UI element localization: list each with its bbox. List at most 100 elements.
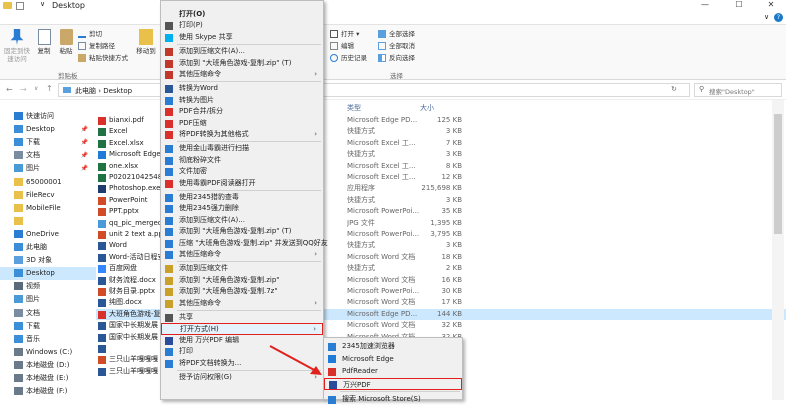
context-menu-item[interactable]: 使用毒霸PDF阅读器打开 xyxy=(161,178,323,189)
context-menu-item[interactable]: PDF压缩 xyxy=(161,118,323,129)
nav-item[interactable]: 文档 xyxy=(0,307,96,320)
select-none-label: 全部取消 xyxy=(389,42,415,50)
word-icon xyxy=(98,276,106,285)
context-menu-item[interactable]: 文件加密 xyxy=(161,166,323,177)
nav-item[interactable]: 下载 xyxy=(0,320,96,333)
maximize-button[interactable]: ☐ xyxy=(724,0,754,12)
nav-item[interactable]: 音乐 xyxy=(0,333,96,346)
nav-item[interactable]: 本地磁盘 (E:) xyxy=(0,372,96,385)
address-bar[interactable]: 此电脑 › Desktop ↻ xyxy=(58,83,690,97)
menu-item-label: PDF压缩 xyxy=(179,118,207,127)
open-with-label: PdfReader xyxy=(342,367,378,375)
search-box[interactable]: ⚲ 搜索"Desktop" xyxy=(694,83,782,97)
open-with-item[interactable]: Microsoft Edge xyxy=(324,353,462,366)
recent-chevron-icon[interactable]: ∨ xyxy=(34,85,38,92)
menu-separator xyxy=(340,391,460,392)
nav-item[interactable]: OneDrive xyxy=(0,228,96,241)
up-arrow-icon[interactable]: ↑ xyxy=(46,84,53,93)
paste-shortcut-button[interactable]: 粘贴快捷方式 xyxy=(78,52,128,64)
scrollbar[interactable] xyxy=(772,100,784,400)
menu-separator xyxy=(177,81,321,83)
open-with-item[interactable]: 2345加速浏览器 xyxy=(324,340,462,353)
invert-selection-button[interactable]: 反向选择 xyxy=(378,52,415,64)
context-menu-item[interactable]: 使用2345强力删除 xyxy=(161,203,323,214)
nav-item[interactable] xyxy=(0,215,96,228)
context-menu-item[interactable]: 添加到 "大班角色游戏-复制.zip" (T) xyxy=(161,58,323,69)
column-header-size[interactable]: 大小 xyxy=(420,103,434,113)
nav-item[interactable]: 图片 📌 xyxy=(0,162,96,175)
context-menu-item[interactable]: 压缩 "大班角色游戏-复制.zip" 并发送到QQ好友 xyxy=(161,238,328,249)
refresh-icon[interactable]: ↻ xyxy=(671,85,677,93)
select-all-button[interactable]: 全部选择 xyxy=(378,28,415,40)
context-menu-item[interactable]: 添加到压缩文件 xyxy=(161,263,323,274)
context-menu-item[interactable]: 打开方式(H) › xyxy=(161,323,323,335)
open-with-item[interactable]: 万兴PDF xyxy=(324,377,462,390)
chevron-down-icon[interactable]: ∨ xyxy=(764,13,769,21)
context-menu-item[interactable]: 将PDF转换为其他格式 › xyxy=(161,129,323,140)
archive-icon xyxy=(165,239,173,248)
context-menu-item[interactable]: 添加到压缩文件(A)... xyxy=(161,215,323,226)
nav-item[interactable]: Desktop 📌 xyxy=(0,123,96,136)
context-menu-item[interactable]: 使用 Skype 共享 xyxy=(161,32,323,43)
pin-icon[interactable]: 📌 xyxy=(81,162,88,175)
nav-item[interactable]: 文档 📌 xyxy=(0,149,96,162)
edit-button[interactable]: 编辑 xyxy=(330,40,367,52)
close-button[interactable]: ✕ xyxy=(756,0,786,12)
check-icon[interactable] xyxy=(16,2,24,10)
pin-icon[interactable]: 📌 xyxy=(81,149,88,162)
context-menu-item[interactable]: 转换为图片 xyxy=(161,95,323,106)
copy-button[interactable]: 复制 xyxy=(34,29,54,55)
context-menu-item[interactable]: 添加到 "大班角色游戏-复制.7z" xyxy=(161,286,323,297)
nav-item[interactable]: 本地磁盘 (F:) xyxy=(0,385,96,398)
pin-icon[interactable]: 📌 xyxy=(81,123,88,136)
nav-item[interactable]: 本地磁盘 (D:) xyxy=(0,359,96,372)
copy-path-button[interactable]: 复制路径 xyxy=(78,40,128,52)
context-menu-item[interactable]: 添加到 "大班角色游戏-复制.zip" (T) xyxy=(161,226,323,237)
history-button[interactable]: 历史记录 xyxy=(330,52,367,64)
nav-item[interactable]: MobileFile xyxy=(0,202,96,215)
nav-item[interactable]: 3D 对象 xyxy=(0,254,96,267)
file-size: 2 KB xyxy=(445,264,462,273)
nav-item[interactable]: 此电脑 xyxy=(0,241,96,254)
nav-item[interactable]: 视频 xyxy=(0,280,96,293)
scrollbar-thumb[interactable] xyxy=(774,114,782,234)
context-menu-item[interactable]: 使用金山毒霸进行扫描 xyxy=(161,143,323,154)
paste-button[interactable]: 粘贴 xyxy=(56,29,76,55)
context-menu-item[interactable]: 使用2345猎豹查毒 xyxy=(161,192,323,203)
column-header-type[interactable]: 类型 xyxy=(347,103,361,113)
pin-icon[interactable]: 📌 xyxy=(81,136,88,149)
nav-item[interactable]: 快速访问 xyxy=(0,110,96,123)
minimize-button[interactable]: — xyxy=(690,0,720,12)
nav-item[interactable]: 图片 xyxy=(0,293,96,306)
open-button[interactable]: 打开 ▾ xyxy=(330,28,367,40)
context-menu-item[interactable]: 其他压缩命令 › xyxy=(161,298,323,309)
pin-button[interactable]: 固定到快速访问 xyxy=(2,29,32,63)
help-icon[interactable]: ? xyxy=(774,13,783,22)
word-icon xyxy=(98,242,106,251)
nav-item[interactable]: Windows (C:) xyxy=(0,346,96,359)
nav-item[interactable]: Desktop xyxy=(0,267,96,281)
context-menu-item[interactable]: 打印(P) xyxy=(161,20,323,31)
context-menu-item[interactable]: 添加到压缩文件(A)... xyxy=(161,46,323,57)
open-with-item[interactable]: PdfReader xyxy=(324,365,462,378)
context-menu-item[interactable]: 打开(O) xyxy=(161,9,323,20)
nav-item[interactable]: 65000001 xyxy=(0,176,96,189)
context-menu-item[interactable]: 其他压缩命令 › xyxy=(161,249,323,260)
chevron-down-icon[interactable]: ∨ xyxy=(40,0,45,8)
context-menu-item[interactable]: 添加到 "大班角色游戏-复制.zip" xyxy=(161,275,323,286)
context-menu-item[interactable]: 其他压缩命令 › xyxy=(161,69,323,80)
cut-button[interactable]: 剪切 xyxy=(78,28,128,40)
context-menu-item[interactable]: 转换为Word xyxy=(161,83,323,94)
word-icon xyxy=(98,253,106,262)
select-none-button[interactable]: 全部取消 xyxy=(378,40,415,52)
back-arrow-icon[interactable]: ← xyxy=(6,85,13,94)
context-menu-item[interactable]: 彻底粉碎文件 xyxy=(161,155,323,166)
context-menu-item[interactable]: 共享 xyxy=(161,312,323,323)
nav-item[interactable]: 下载 📌 xyxy=(0,136,96,149)
context-menu-item[interactable]: PDF合并/拆分 xyxy=(161,106,323,117)
forward-arrow-icon[interactable]: → xyxy=(20,85,27,94)
breadcrumb[interactable]: 此电脑 › Desktop xyxy=(75,86,132,96)
move-to-button[interactable]: 移动到 xyxy=(134,29,158,55)
nav-item[interactable]: FileRecv xyxy=(0,189,96,202)
open-with-item[interactable]: 搜索 Microsoft Store(S) xyxy=(324,393,462,406)
